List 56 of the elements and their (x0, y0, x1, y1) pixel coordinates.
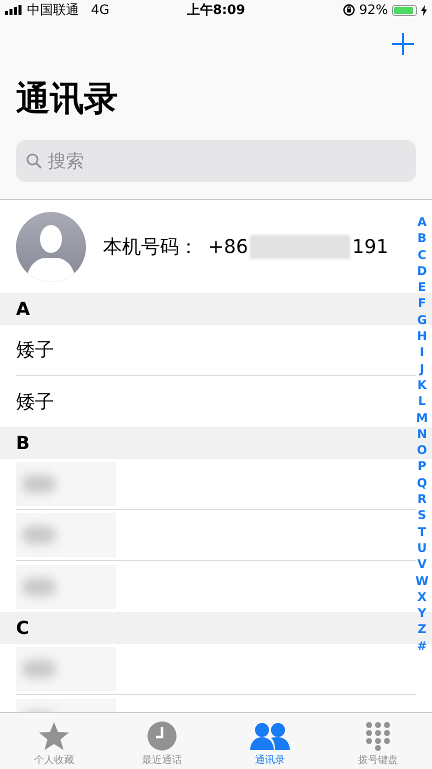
avatar-icon (16, 212, 86, 282)
index-letter[interactable]: D (417, 262, 427, 280)
add-icon[interactable] (392, 33, 414, 55)
star-icon (38, 721, 70, 751)
tab[interactable]: 个人收藏 (0, 713, 108, 769)
index-letter[interactable]: Z (418, 621, 426, 638)
carrier-name: 中国联通 (27, 2, 79, 19)
index-letter[interactable]: E (418, 279, 426, 296)
page-title: 通讯录 (15, 78, 119, 121)
search-icon (26, 153, 42, 169)
rotation-lock-icon (343, 4, 356, 16)
contact-name[interactable]: 矮子 (16, 388, 54, 414)
index-letter[interactable]: Y (418, 605, 426, 622)
clock-icon (147, 721, 177, 751)
index-letter[interactable]: A (417, 214, 427, 230)
my-number-label: 本机号码： (103, 234, 198, 260)
index-letter[interactable]: U (417, 540, 427, 556)
section-letter: A (16, 298, 30, 320)
network-type: 4G (91, 2, 110, 18)
phone-number-suffix: 191 (352, 236, 388, 258)
tab[interactable]: 通讯录 (216, 713, 324, 769)
battery-percent: 92% (359, 2, 388, 18)
index-letter[interactable]: C (418, 246, 426, 263)
section-letter: B (16, 432, 30, 454)
tab[interactable]: 最近通话 (108, 713, 216, 769)
phone-number-prefix: +86 (208, 236, 248, 258)
index-letter[interactable]: H (416, 328, 428, 344)
index-letter[interactable]: X (417, 588, 427, 606)
index-letter[interactable]: O (416, 442, 428, 458)
index-letter[interactable]: S (418, 507, 426, 524)
index-letter[interactable]: K (417, 376, 427, 394)
index-letter[interactable]: Q (416, 474, 428, 492)
index-letter[interactable]: P (418, 458, 426, 475)
index-letter[interactable]: V (417, 556, 427, 573)
signal-icon (5, 5, 23, 15)
search-field[interactable]: 搜索 (16, 140, 416, 182)
charging-icon (421, 4, 427, 16)
tab[interactable]: 拨号键盘 (324, 713, 432, 769)
index-letter[interactable]: W (415, 572, 429, 589)
section-letter: C (16, 618, 30, 638)
index-letter[interactable]: I (420, 344, 424, 361)
index-letter[interactable]: G (417, 312, 427, 328)
keypad-icon (365, 721, 391, 751)
index-letter[interactable]: L (418, 393, 426, 410)
clock-time: 上午8:09 (186, 2, 246, 19)
index-letter[interactable]: F (418, 295, 426, 312)
people-icon (250, 721, 290, 751)
index-letter[interactable]: M (416, 410, 428, 426)
index-letter[interactable]: T (418, 524, 426, 540)
index-letter[interactable]: R (417, 491, 427, 508)
index-letter[interactable]: N (416, 426, 428, 442)
index-letter[interactable]: # (416, 638, 428, 654)
index-letter[interactable]: B (417, 230, 427, 247)
contact-name[interactable]: 矮子 (16, 337, 54, 363)
index-letter[interactable]: J (420, 360, 424, 377)
battery-icon (392, 4, 417, 16)
